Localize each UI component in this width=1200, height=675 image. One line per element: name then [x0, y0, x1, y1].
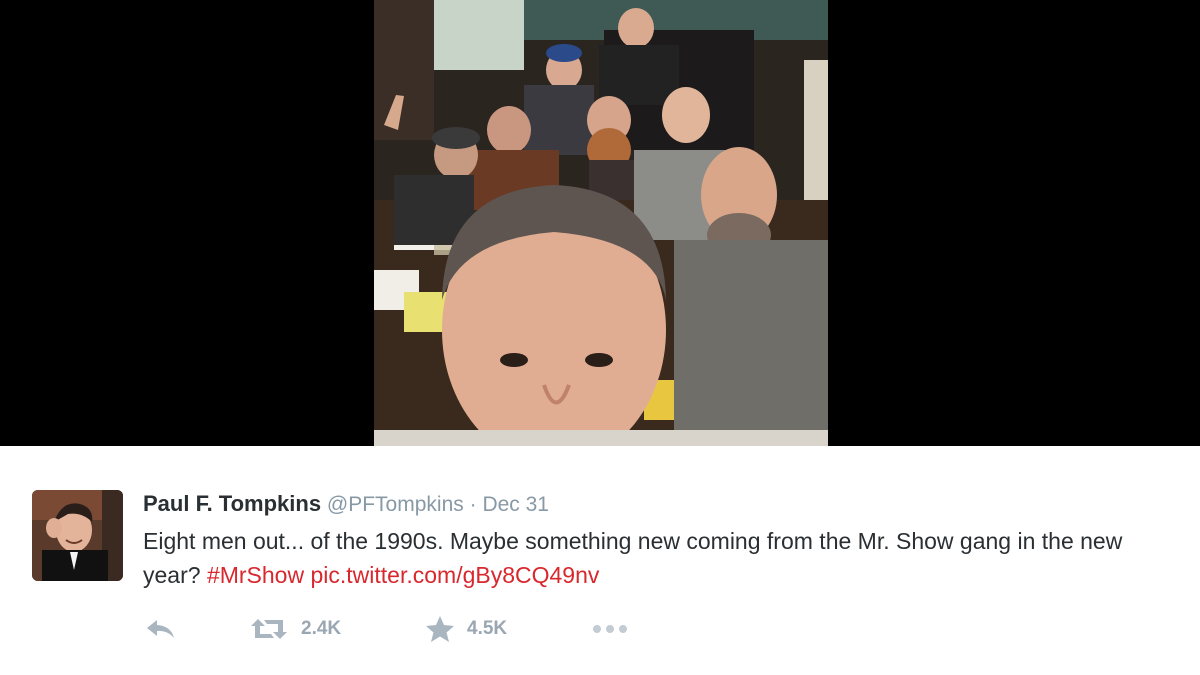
tweet-text: Eight men out... of the 1990s. Maybe som… [143, 524, 1183, 592]
reply-button[interactable] [145, 614, 177, 644]
retweet-button[interactable]: 2.4K [249, 614, 341, 644]
separator-dot: · [469, 493, 477, 516]
group-selfie-image [374, 0, 828, 446]
retweet-icon [251, 619, 287, 639]
hashtag-link[interactable]: #MrShow [207, 562, 304, 588]
tweet-actions: 2.4K 4.5K [143, 614, 743, 644]
reply-icon [147, 620, 174, 638]
favorite-count: 4.5K [467, 618, 508, 639]
tweet-header: Paul F. Tompkins @PFTompkins · Dec 31 [143, 490, 549, 518]
tweet-card: Paul F. Tompkins @PFTompkins · Dec 31 Ei… [0, 446, 1200, 675]
avatar-image [32, 490, 123, 581]
user-handle[interactable]: @PFTompkins [327, 493, 464, 516]
favorite-button[interactable]: 4.5K [425, 614, 507, 644]
avatar[interactable] [32, 490, 123, 581]
media-area [0, 0, 1200, 446]
pic-link[interactable]: pic.twitter.com/gBy8CQ49nv [310, 562, 599, 588]
display-name[interactable]: Paul F. Tompkins [143, 491, 321, 516]
star-icon [426, 616, 454, 642]
tweet-photo[interactable] [374, 0, 828, 446]
tweet-date[interactable]: Dec 31 [482, 493, 549, 516]
more-dots-icon [593, 625, 627, 633]
more-button[interactable] [591, 614, 631, 644]
retweet-count: 2.4K [301, 618, 342, 639]
